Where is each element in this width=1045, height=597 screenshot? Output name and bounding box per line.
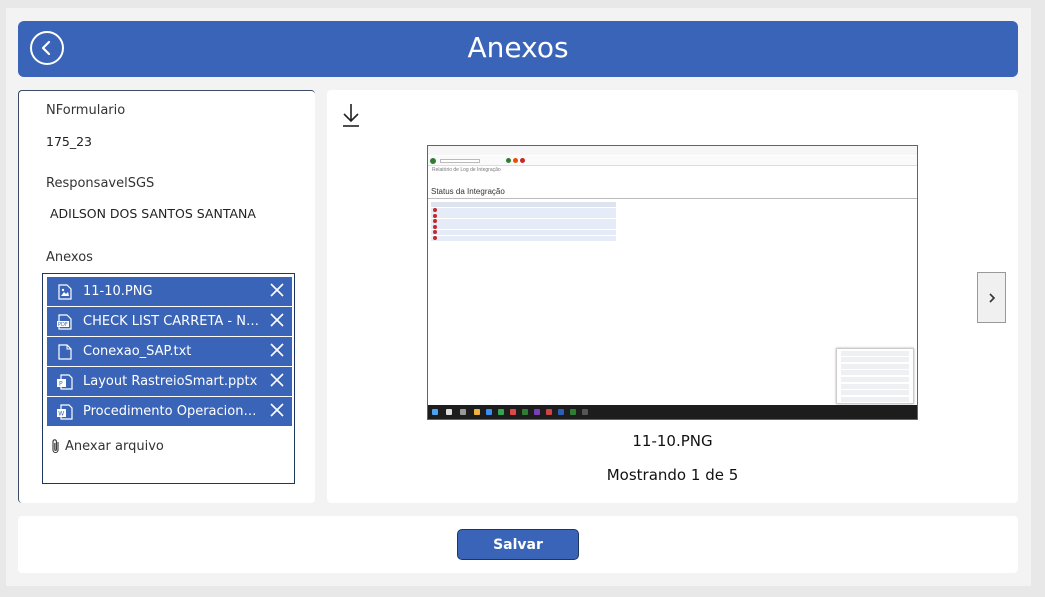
attachment-preview-image: Relatório de Log de Integração Status da… <box>427 145 918 420</box>
preview-toolbar-2 <box>428 176 917 184</box>
remove-attachment-icon[interactable] <box>270 313 284 331</box>
preview-table-row <box>431 229 616 235</box>
pdf-file-icon: PDF <box>54 313 76 330</box>
preview-table-row <box>431 213 616 219</box>
remove-attachment-icon[interactable] <box>270 403 284 421</box>
image-file-icon <box>54 283 76 300</box>
svg-text:W: W <box>58 410 64 417</box>
attachment-name: 11-10.PNG <box>83 284 153 299</box>
nformulario-value: 175_23 <box>46 134 93 149</box>
attachment-item[interactable]: P Layout RastreioSmart.pptx <box>47 367 292 396</box>
page-title: Anexos <box>467 31 569 64</box>
attachment-counter: Mostrando 1 de 5 <box>606 466 739 484</box>
preview-system-popup <box>836 348 914 404</box>
preview-table-row <box>431 235 616 241</box>
attachment-item[interactable]: W Procedimento Operacional ... <box>47 397 292 426</box>
paperclip-icon <box>52 439 59 454</box>
attachments-control: 11-10.PNG PDF CHECK LIST CARRETA - NOV..… <box>42 273 295 484</box>
download-button[interactable] <box>341 102 361 133</box>
anexos-label: Anexos <box>46 250 93 265</box>
nformulario-label: NFormulario <box>46 103 126 118</box>
current-attachment-name: 11-10.PNG <box>632 432 713 450</box>
form-panel: NFormulario 175_23 ResponsavelSGS ADILSO… <box>18 90 315 503</box>
preview-table-row <box>431 207 616 213</box>
preview-table <box>431 202 616 241</box>
remove-attachment-icon[interactable] <box>270 343 284 361</box>
add-attachment-button[interactable]: Anexar arquivo <box>51 438 164 454</box>
powerpoint-file-icon: P <box>54 373 76 390</box>
next-attachment-button[interactable] <box>977 272 1006 323</box>
responsavel-label: ResponsavelSGS <box>46 176 155 191</box>
remove-attachment-icon[interactable] <box>270 373 284 391</box>
viewer-panel: Relatório de Log de Integração Status da… <box>327 90 1018 503</box>
attachment-item[interactable]: 11-10.PNG <box>47 277 292 306</box>
attachment-name: CHECK LIST CARRETA - NOV... <box>83 314 263 329</box>
chevron-right-icon <box>988 292 995 303</box>
app-container: Anexos NFormulario 175_23 ResponsavelSGS… <box>6 8 1031 586</box>
attachment-name: Layout RastreioSmart.pptx <box>83 374 258 389</box>
attachment-name: Conexao_SAP.txt <box>83 344 192 359</box>
preview-table-row <box>431 218 616 224</box>
word-file-icon: W <box>54 403 76 420</box>
remove-attachment-icon[interactable] <box>270 283 284 301</box>
preview-status-title: Status da Integração <box>431 187 505 196</box>
header-bar: Anexos <box>18 21 1018 77</box>
add-attachment-label: Anexar arquivo <box>65 438 164 454</box>
text-file-icon <box>54 343 76 360</box>
preview-taskbar <box>428 405 917 419</box>
svg-text:P: P <box>59 380 63 387</box>
preview-menu-bar <box>428 146 917 155</box>
preview-toolbar <box>428 156 917 166</box>
preview-table-header <box>431 202 616 207</box>
save-button[interactable]: Salvar <box>457 529 579 560</box>
footer-bar: Salvar <box>18 516 1018 573</box>
preview-report-title: Relatório de Log de Integração <box>432 167 501 173</box>
preview-divider <box>428 198 917 199</box>
attachment-item[interactable]: PDF CHECK LIST CARRETA - NOV... <box>47 307 292 336</box>
attachment-item[interactable]: Conexao_SAP.txt <box>47 337 292 366</box>
attachment-name: Procedimento Operacional ... <box>83 404 263 419</box>
responsavel-value: ADILSON DOS SANTOS SANTANA <box>50 206 256 221</box>
preview-table-row <box>431 224 616 230</box>
download-icon <box>343 104 359 127</box>
svg-text:PDF: PDF <box>58 322 68 328</box>
